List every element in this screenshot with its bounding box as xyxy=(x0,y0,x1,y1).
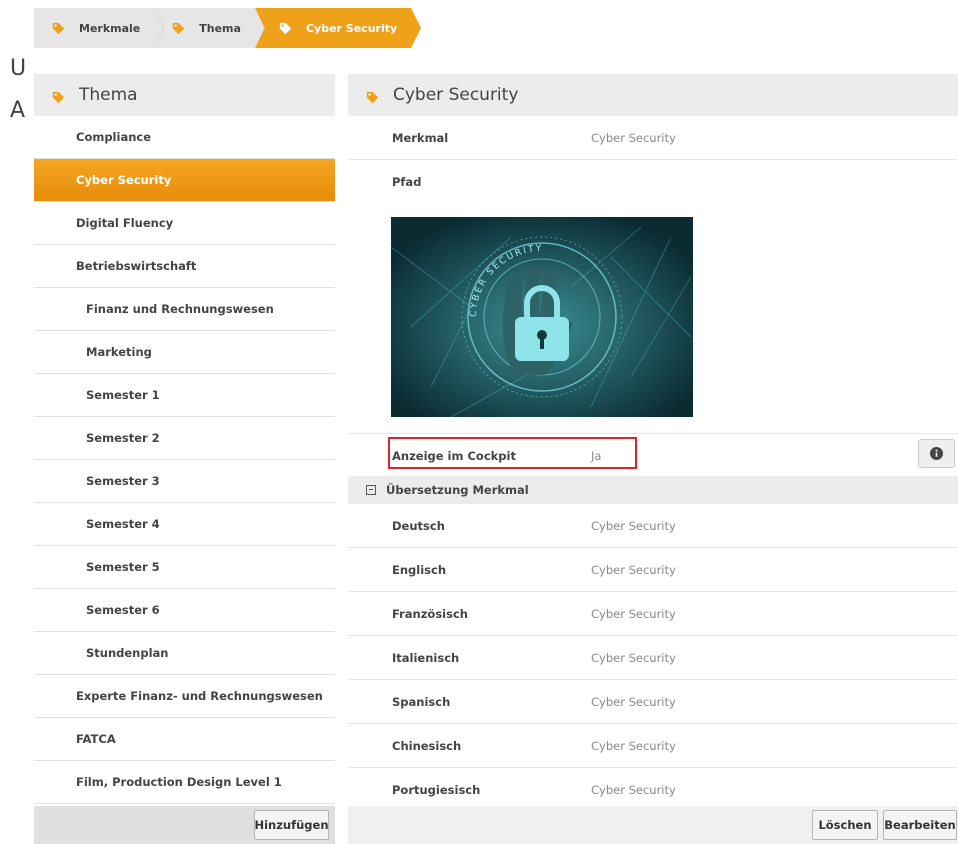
panel-header: Cyber Security xyxy=(348,74,958,116)
highlight-box xyxy=(388,437,637,469)
field-label: Merkmal xyxy=(392,130,449,145)
translation-row: Italienisch Cyber Security xyxy=(348,636,958,680)
breadcrumb-item-thema[interactable]: Thema xyxy=(154,8,265,48)
translation-row: Französisch Cyber Security xyxy=(348,592,958,636)
translation-section-header[interactable]: Übersetzung Merkmal xyxy=(348,476,958,504)
tag-icon xyxy=(366,89,379,103)
background-text-1: U xyxy=(10,56,27,81)
list-item[interactable]: Semester 5 xyxy=(34,546,335,589)
list-item[interactable]: Semester 2 xyxy=(34,417,335,460)
language-label: Portugiesisch xyxy=(392,782,481,797)
topic-image: CYBER SECURITY xyxy=(390,217,693,418)
translation-value: Cyber Security xyxy=(591,738,676,753)
edit-button[interactable]: Bearbeiten xyxy=(883,810,957,840)
breadcrumb-label: Merkmale xyxy=(79,21,141,35)
list-item[interactable]: Semester 3 xyxy=(34,460,335,503)
panel-footer: Hinzufügen xyxy=(34,806,335,844)
panel-title: Cyber Security xyxy=(393,85,519,105)
language-label: Chinesisch xyxy=(392,738,462,753)
list-item[interactable]: Compliance xyxy=(34,116,335,159)
translation-row: Spanisch Cyber Security xyxy=(348,680,958,724)
delete-button[interactable]: Löschen xyxy=(812,810,878,840)
list-item[interactable]: Marketing xyxy=(34,331,335,374)
breadcrumb-label: Thema xyxy=(199,21,241,35)
breadcrumb-item-cyber-security[interactable]: Cyber Security xyxy=(254,8,422,48)
language-label: Englisch xyxy=(392,562,447,577)
detail-panel: Cyber Security Merkmal Cyber Security Pf… xyxy=(348,74,958,844)
list-item[interactable]: Finanz und Rechnungswesen xyxy=(34,288,335,331)
list-item[interactable]: Stundenplan xyxy=(34,632,335,675)
info-icon xyxy=(930,447,943,460)
breadcrumb-item-merkmale[interactable]: Merkmale xyxy=(34,8,165,48)
list-item[interactable]: Betriebswirtschaft xyxy=(34,245,335,288)
language-label: Französisch xyxy=(392,606,468,621)
pfad-row: Pfad xyxy=(348,160,958,203)
translation-value: Cyber Security xyxy=(591,694,676,709)
section-title: Übersetzung Merkmal xyxy=(386,483,529,497)
panel-header: Thema xyxy=(34,74,335,116)
translation-row: Chinesisch Cyber Security xyxy=(348,724,958,768)
field-value: Cyber Security xyxy=(591,130,676,145)
merkmal-row: Merkmal Cyber Security xyxy=(348,116,958,160)
info-button[interactable] xyxy=(918,439,955,468)
list-item[interactable]: Experte Finanz- und Rechnungswesen xyxy=(34,675,335,718)
tag-icon xyxy=(172,22,185,35)
breadcrumb: Merkmale Thema Cyber Security xyxy=(34,8,422,48)
translation-value: Cyber Security xyxy=(591,562,676,577)
background-text-2: A xyxy=(10,98,26,123)
list-item[interactable]: Digital Fluency xyxy=(34,202,335,245)
list-item[interactable]: Film, Production Design Level 1 xyxy=(34,761,335,804)
list-item[interactable]: Semester 6 xyxy=(34,589,335,632)
translation-value: Cyber Security xyxy=(591,782,676,797)
panel-title: Thema xyxy=(79,85,138,105)
list-item[interactable]: Semester 1 xyxy=(34,374,335,417)
list-item[interactable]: Semester 4 xyxy=(34,503,335,546)
translation-row: Deutsch Cyber Security xyxy=(348,504,958,548)
translation-row: Englisch Cyber Security xyxy=(348,548,958,592)
collapse-icon[interactable] xyxy=(366,485,376,495)
add-button[interactable]: Hinzufügen xyxy=(254,810,329,840)
theme-list: Compliance Cyber Security Digital Fluency B… xyxy=(34,116,335,804)
breadcrumb-label: Cyber Security xyxy=(305,21,398,35)
language-label: Italienisch xyxy=(392,650,460,665)
language-label: Spanisch xyxy=(392,694,451,709)
list-item[interactable]: Cyber Security xyxy=(34,159,335,202)
translation-value: Cyber Security xyxy=(591,606,676,621)
theme-list-panel: Thema Compliance Cyber Security Digital Fl… xyxy=(34,74,335,844)
tags-icon xyxy=(279,22,292,35)
field-label: Pfad xyxy=(392,174,422,189)
list-item[interactable]: FATCA xyxy=(34,718,335,761)
translation-value: Cyber Security xyxy=(591,650,676,665)
language-label: Deutsch xyxy=(392,518,445,533)
tag-icon xyxy=(52,89,65,103)
tag-icon xyxy=(52,22,65,35)
translation-value: Cyber Security xyxy=(591,518,676,533)
panel-footer: Löschen Bearbeiten xyxy=(348,806,958,844)
translation-list: Deutsch Cyber Security Englisch Cyber Secur… xyxy=(348,504,958,812)
